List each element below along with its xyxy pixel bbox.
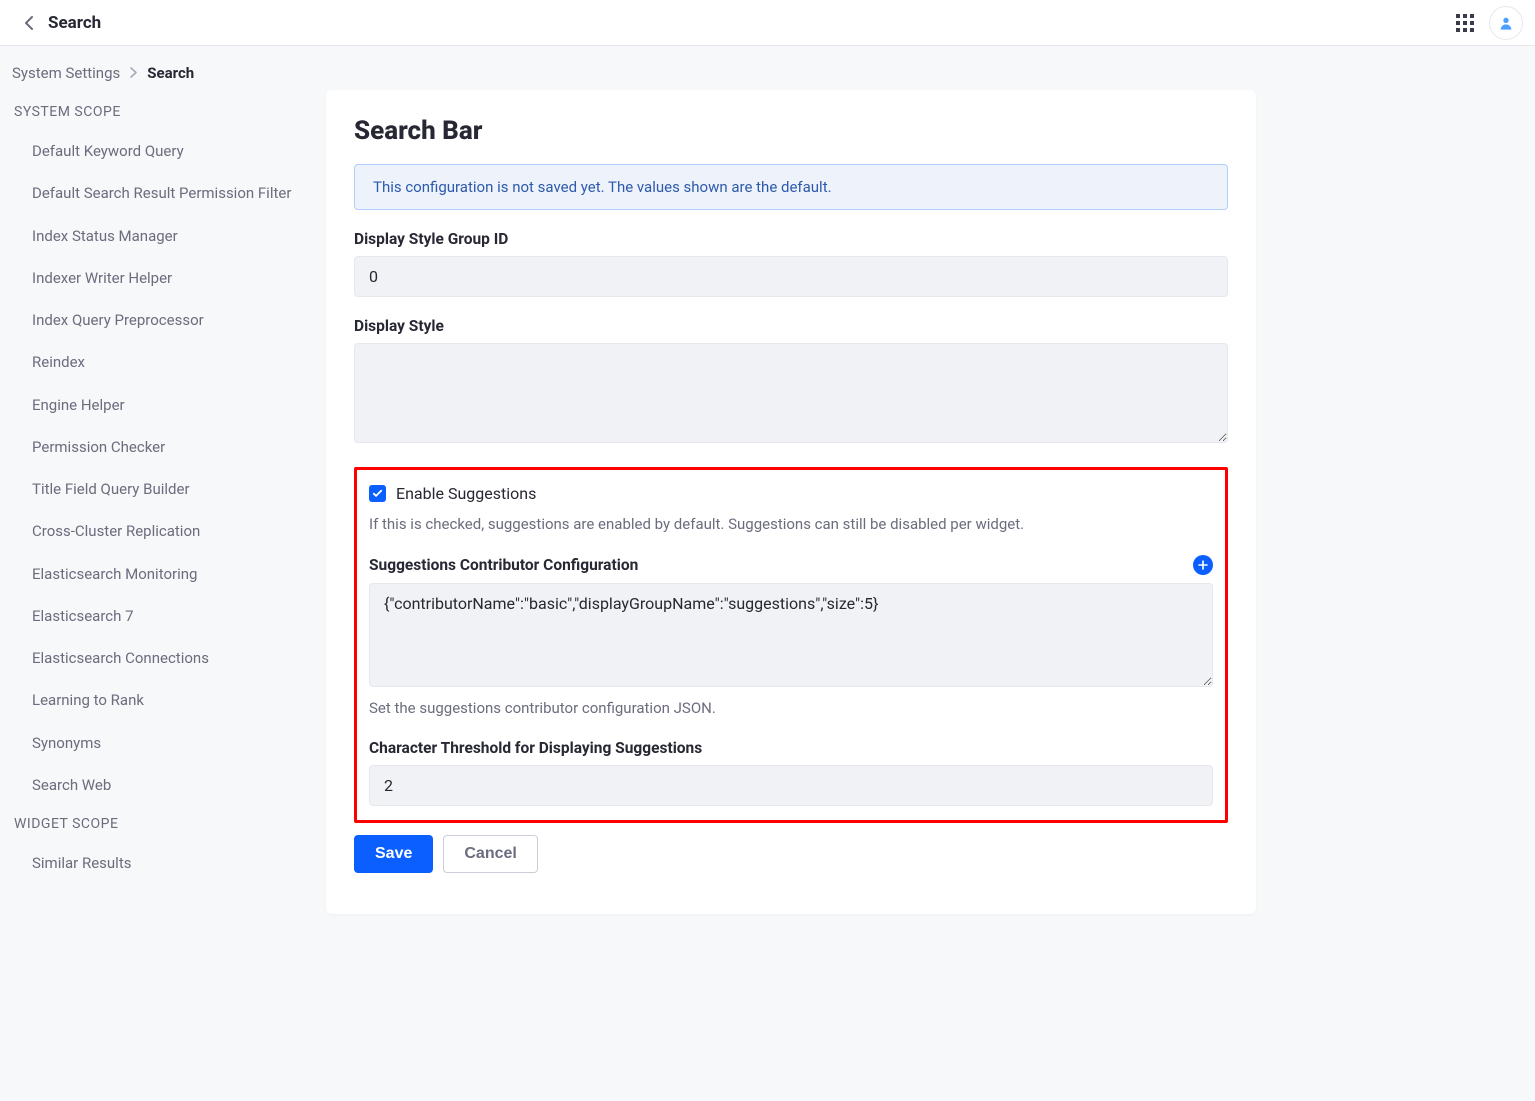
user-avatar[interactable] [1489,6,1523,40]
sidebar-item[interactable]: Learning to Rank [12,679,314,721]
breadcrumb: System Settings Search [12,64,314,82]
sidebar-item[interactable]: Permission Checker [12,426,314,468]
field-label: Display Style Group ID [354,230,1228,248]
sidebar-item[interactable]: Elasticsearch 7 [12,595,314,637]
sidebar-item[interactable]: Similar Results [12,842,314,884]
field-display-style: Display Style [354,317,1228,447]
field-label: Suggestions Contributor Configuration [369,556,638,574]
sidebar-group-header: WIDGET SCOPE [12,816,314,832]
sidebar-item[interactable]: Title Field Query Builder [12,468,314,510]
chevron-left-icon [24,16,34,30]
chevron-right-icon [130,64,137,82]
sidebar-item[interactable]: Search Web [12,764,314,806]
display-style-group-id-input[interactable] [354,256,1228,297]
sidebar-item[interactable]: Default Keyword Query [12,130,314,172]
sidebar-item[interactable]: Engine Helper [12,384,314,426]
enable-suggestions-row: Enable Suggestions [369,484,1213,503]
cancel-button[interactable]: Cancel [443,835,537,873]
user-icon [1498,15,1514,31]
sidebar-item[interactable]: Elasticsearch Connections [12,637,314,679]
topbar: Search [0,0,1535,46]
button-row: Save Cancel [354,835,1228,873]
enable-suggestions-checkbox[interactable] [369,485,386,502]
highlighted-section: Enable Suggestions If this is checked, s… [354,467,1228,823]
sidebar-item[interactable]: Index Status Manager [12,215,314,257]
alert-info: This configuration is not saved yet. The… [354,164,1228,210]
apps-grid-icon [1456,14,1474,32]
sidebar-group-header: SYSTEM SCOPE [12,104,314,120]
sidebar-item[interactable]: Index Query Preprocessor [12,299,314,341]
sidebar-item[interactable]: Indexer Writer Helper [12,257,314,299]
main: Search Bar This configuration is not sav… [326,46,1535,1101]
sidebar: System Settings Search SYSTEM SCOPE Defa… [0,46,326,1101]
enable-suggestions-label: Enable Suggestions [396,484,536,503]
suggestions-contributor-help: Set the suggestions contributor configur… [369,699,1213,717]
page-heading: Search Bar [354,116,1228,146]
save-button[interactable]: Save [354,835,433,873]
sidebar-item[interactable]: Synonyms [12,722,314,764]
add-contributor-button[interactable] [1193,555,1213,575]
sidebar-item[interactable]: Reindex [12,341,314,383]
field-display-style-group-id: Display Style Group ID [354,230,1228,297]
plus-icon [1198,560,1208,570]
config-card: Search Bar This configuration is not sav… [326,90,1256,914]
breadcrumb-root[interactable]: System Settings [12,64,120,82]
enable-suggestions-help: If this is checked, suggestions are enab… [369,515,1213,533]
display-style-textarea[interactable] [354,343,1228,443]
apps-button[interactable] [1451,9,1479,37]
field-label: Display Style [354,317,1228,335]
back-button[interactable] [18,12,40,34]
char-threshold-input[interactable] [369,765,1213,806]
sidebar-item[interactable]: Default Search Result Permission Filter [12,172,314,214]
check-icon [372,488,383,499]
sidebar-item[interactable]: Cross-Cluster Replication [12,510,314,552]
breadcrumb-current: Search [147,64,194,82]
suggestions-contributor-textarea[interactable] [369,583,1213,687]
sidebar-item[interactable]: Elasticsearch Monitoring [12,553,314,595]
topbar-title: Search [48,13,101,33]
field-label: Character Threshold for Displaying Sugge… [369,739,1213,757]
